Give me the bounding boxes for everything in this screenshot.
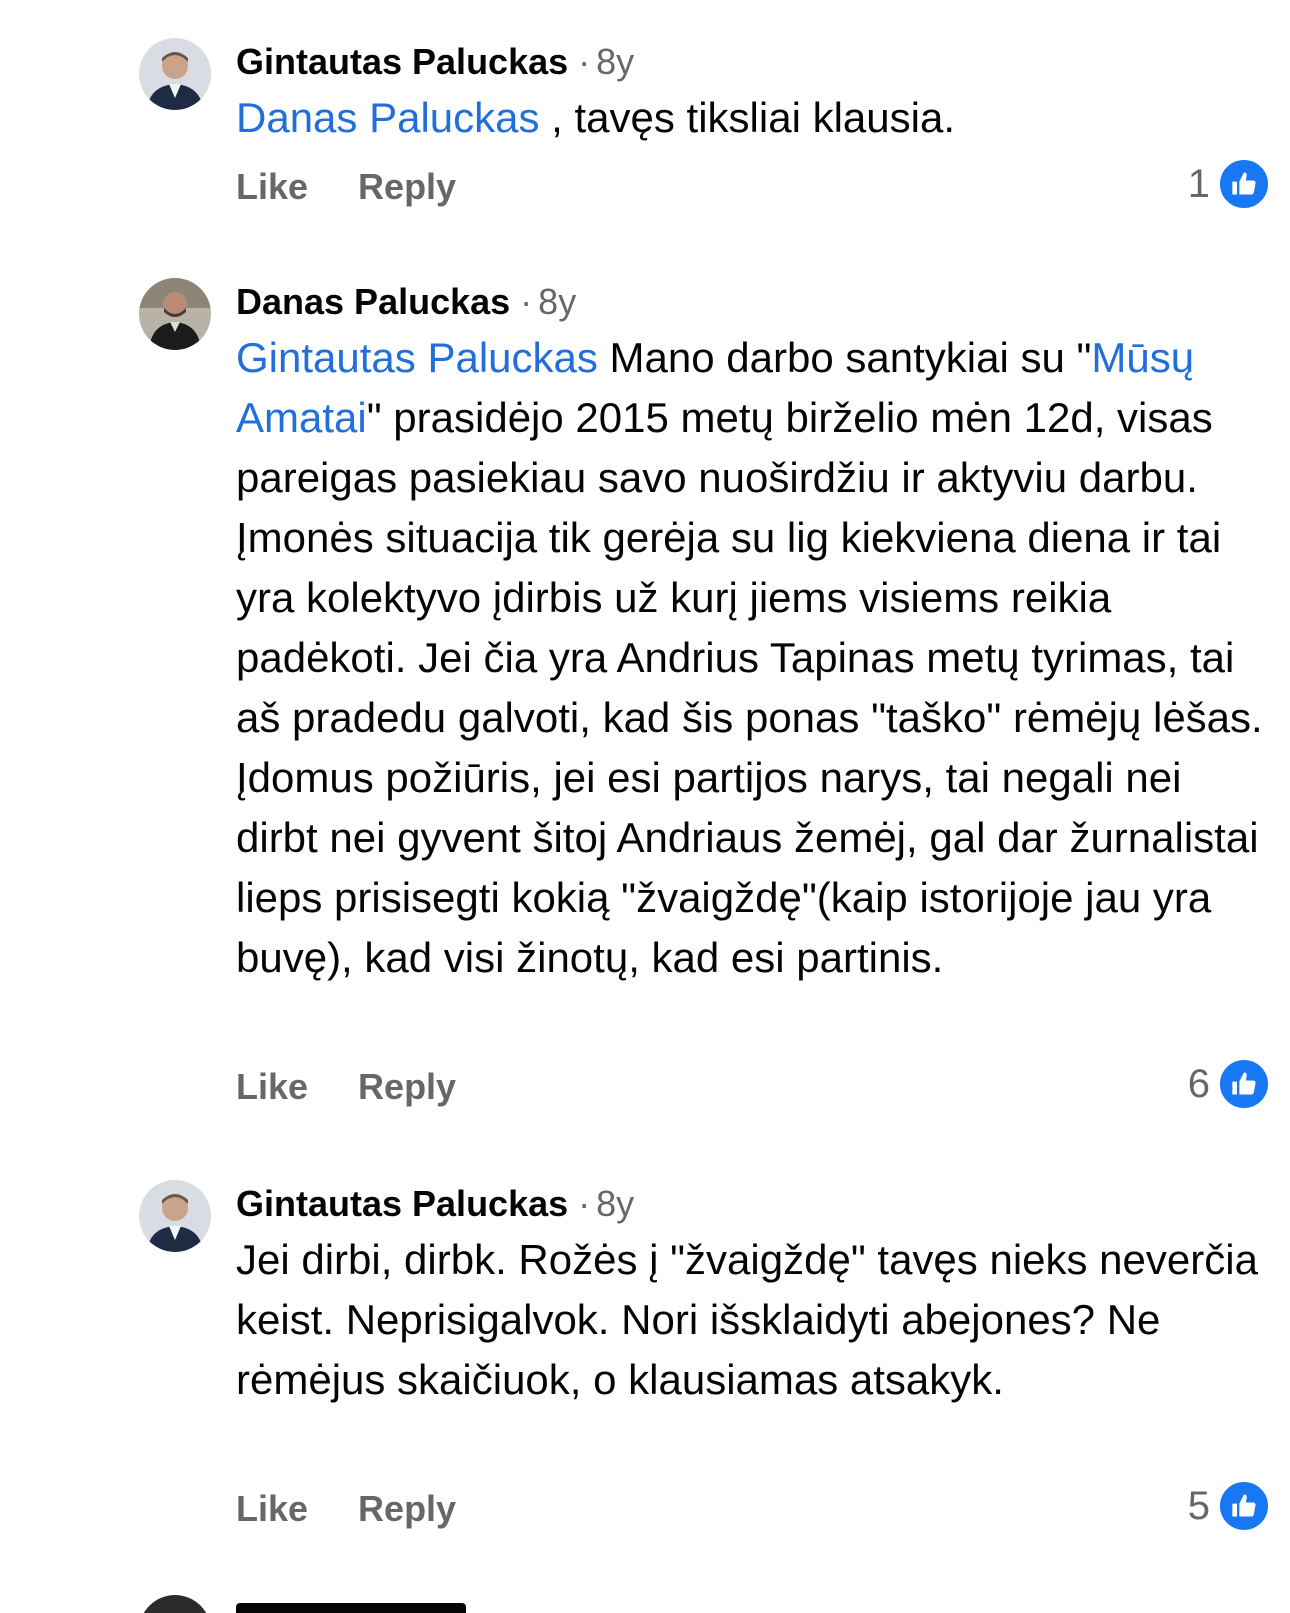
comment-content: Danas Paluckas · 8y Gintautas Paluckas Man… xyxy=(236,280,1266,988)
comment-content: Gintautas Paluckas · 8y Danas Paluckas , t… xyxy=(236,40,1266,148)
reaction-summary[interactable]: 1 xyxy=(1188,158,1270,210)
timestamp[interactable]: 8y xyxy=(596,41,634,82)
comment-text-part: Mano darbo santykiai su " xyxy=(597,334,1092,381)
comment-text: Jei dirbi, dirbk. Rožės į "žvaigždę" tav… xyxy=(236,1236,1258,1403)
avatar-danas-image xyxy=(139,278,211,350)
comment-text: Gintautas Paluckas Mano darbo santykiai … xyxy=(236,328,1266,988)
comment-text: Danas Paluckas , tavęs tiksliai klausia. xyxy=(236,88,1266,148)
avatar[interactable] xyxy=(139,1180,211,1252)
reaction-summary[interactable]: 6 xyxy=(1188,1058,1270,1110)
comment-meta: Gintautas Paluckas · 8y xyxy=(236,40,1266,84)
avatar[interactable] xyxy=(139,1595,211,1613)
reply-button[interactable]: Reply xyxy=(358,166,456,208)
avatar-gintautas-image xyxy=(139,38,211,110)
avatar[interactable] xyxy=(139,38,211,110)
mention-link[interactable]: Danas Paluckas xyxy=(236,94,540,141)
mention-link[interactable]: Gintautas Paluckas xyxy=(236,334,598,381)
separator-dot: · xyxy=(578,1183,591,1224)
author-name[interactable]: Gintautas Paluckas xyxy=(236,1183,568,1224)
like-button[interactable]: Like xyxy=(236,1066,308,1108)
like-button[interactable]: Like xyxy=(236,1488,308,1530)
comment-actions: Like Reply xyxy=(236,166,456,208)
like-thumb-icon xyxy=(1218,1480,1270,1532)
reply-button[interactable]: Reply xyxy=(358,1066,456,1108)
comment-content: Gintautas Paluckas · 8y Jei dirbi, dirbk. … xyxy=(236,1182,1266,1410)
reply-button[interactable]: Reply xyxy=(358,1488,456,1530)
like-thumb-icon xyxy=(1218,158,1270,210)
reaction-count: 6 xyxy=(1187,1061,1210,1106)
reaction-summary[interactable]: 5 xyxy=(1188,1480,1270,1532)
reaction-count: 5 xyxy=(1187,1483,1210,1528)
author-name[interactable]: Gintautas Paluckas xyxy=(236,41,568,82)
comment-meta: Gintautas Paluckas · 8y xyxy=(236,1182,1266,1226)
reaction-count: 1 xyxy=(1187,161,1210,206)
timestamp[interactable]: 8y xyxy=(538,281,576,322)
timestamp[interactable]: 8y xyxy=(596,1183,634,1224)
avatar-gintautas-image xyxy=(139,1180,211,1252)
avatar[interactable] xyxy=(139,278,211,350)
separator-dot: · xyxy=(578,41,591,82)
comment-text-part: , tavęs tiksliai klausia. xyxy=(539,94,955,141)
separator-dot: · xyxy=(520,281,533,322)
like-thumb-icon xyxy=(1218,1058,1270,1110)
comment-actions: Like Reply xyxy=(236,1066,456,1108)
comment-text-part: " prasidėjo 2015 metų birželio mėn 12d, … xyxy=(236,394,1263,981)
comment-meta: Danas Paluckas · 8y xyxy=(236,280,1266,324)
author-name-partial xyxy=(236,1603,476,1613)
like-button[interactable]: Like xyxy=(236,166,308,208)
author-name[interactable]: Danas Paluckas xyxy=(236,281,510,322)
comment-actions: Like Reply xyxy=(236,1488,456,1530)
